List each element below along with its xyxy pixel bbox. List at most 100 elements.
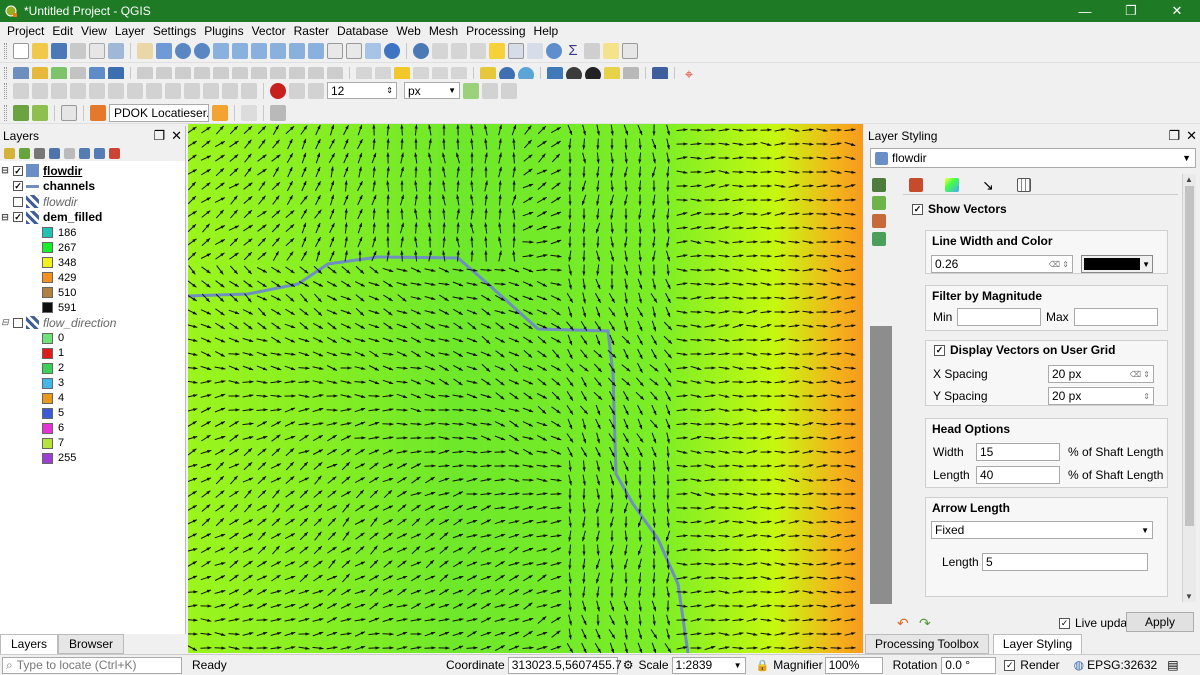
user-grid-checkbox[interactable]: ✓: [934, 344, 945, 356]
float-panel-icon[interactable]: ❐: [1168, 128, 1180, 144]
min-input[interactable]: [957, 308, 1041, 326]
line-width-input[interactable]: 0.26 ⌫ ⇕: [931, 255, 1073, 273]
styling-scrollbar[interactable]: ▲ ▼: [1182, 174, 1196, 602]
open-project-icon[interactable]: [32, 42, 48, 59]
tab-source-icon[interactable]: [909, 177, 923, 192]
toolbar-grip[interactable]: [4, 82, 7, 99]
scale-select[interactable]: 1:2839 ▼: [671, 656, 746, 674]
layer-visibility-checkbox[interactable]: [13, 196, 23, 207]
tab-layer-styling[interactable]: Layer Styling: [992, 634, 1083, 654]
menu-processing[interactable]: Processing: [462, 24, 529, 38]
menu-web[interactable]: Web: [392, 24, 424, 38]
measure-icon[interactable]: [584, 42, 600, 59]
expand-icon[interactable]: ⊟: [0, 165, 10, 176]
new-map-view-icon[interactable]: [327, 42, 343, 59]
map-tips-icon[interactable]: [603, 42, 619, 59]
save-project-icon[interactable]: [51, 42, 67, 59]
filter-expression-icon[interactable]: [64, 147, 75, 159]
menu-mesh[interactable]: Mesh: [425, 24, 462, 38]
magnifier-input[interactable]: 100%: [824, 656, 883, 674]
show-bookmarks-icon[interactable]: [365, 42, 381, 59]
close-panel-icon[interactable]: ✕: [171, 128, 182, 144]
zoom-in-icon[interactable]: [175, 42, 191, 59]
tab-mesh-icon[interactable]: [1017, 177, 1031, 192]
select-features-icon[interactable]: [451, 42, 467, 59]
undo-style-icon[interactable]: ↶: [897, 615, 913, 631]
chevron-down-icon[interactable]: ▼: [734, 661, 742, 670]
avoid-overlap-icon[interactable]: [482, 82, 498, 99]
layers-stack-icon[interactable]: [270, 104, 286, 121]
add-group-icon[interactable]: [19, 147, 30, 159]
arrow-length-input[interactable]: 5: [982, 553, 1148, 571]
menu-vector[interactable]: Vector: [248, 24, 290, 38]
tracing-icon[interactable]: [501, 82, 517, 99]
arrow-mode-select[interactable]: Fixed ▼: [931, 521, 1153, 539]
crs-globe-icon[interactable]: ◍: [1074, 658, 1084, 672]
head-length-input[interactable]: 40: [976, 466, 1060, 484]
snap-tolerance-spinbox[interactable]: 12 ⇕: [327, 82, 397, 99]
locator-search-input[interactable]: ⌕ Type to locate (Ctrl+K): [2, 656, 182, 674]
rotation-input[interactable]: 0.0 °: [941, 656, 997, 674]
tab-processing-toolbox[interactable]: Processing Toolbox: [865, 634, 989, 654]
actions-icon[interactable]: [432, 42, 448, 59]
save-as-icon[interactable]: [70, 42, 86, 59]
open-styling-icon[interactable]: [4, 147, 15, 159]
manage-themes-icon[interactable]: [34, 147, 45, 159]
layer-visibility-checkbox[interactable]: ✓: [13, 165, 23, 176]
tab-layers[interactable]: Layers: [0, 634, 59, 654]
grass-tools-icon[interactable]: [32, 104, 48, 121]
text-annotation-icon[interactable]: [622, 42, 638, 59]
statistics-sigma-icon[interactable]: Σ: [565, 42, 581, 59]
menu-view[interactable]: View: [77, 24, 111, 38]
select-by-value-icon[interactable]: [470, 42, 486, 59]
scroll-thumb[interactable]: [1185, 186, 1194, 526]
profile-tool-icon[interactable]: [61, 104, 77, 121]
layer-item-dem-filled[interactable]: ⊟ ✓ dem_filled: [0, 210, 185, 226]
layer-item-flowdir-raster[interactable]: flowdir: [0, 194, 185, 210]
menu-edit[interactable]: Edit: [48, 24, 77, 38]
pdok-icon[interactable]: [90, 104, 106, 121]
field-calculator-icon[interactable]: [527, 42, 543, 59]
zoom-layer-icon[interactable]: [251, 42, 267, 59]
spin-arrows-icon[interactable]: ⇕: [386, 86, 393, 95]
toolbar-grip[interactable]: [4, 42, 7, 59]
rendering-icon[interactable]: [872, 232, 886, 246]
close-window-button[interactable]: ✕: [1154, 0, 1200, 22]
scroll-down-icon[interactable]: ▼: [1185, 592, 1193, 601]
pan-icon[interactable]: [137, 42, 153, 59]
chevron-down-icon[interactable]: ▼: [1182, 153, 1191, 163]
chevron-down-icon[interactable]: ▼: [448, 86, 456, 95]
zoom-last-icon[interactable]: [289, 42, 305, 59]
snapping-magnet-icon[interactable]: [270, 82, 286, 99]
apply-button[interactable]: Apply: [1126, 612, 1194, 632]
render-checkbox[interactable]: ✓: [1004, 659, 1016, 671]
layer-visibility-checkbox[interactable]: ✓: [13, 212, 23, 223]
map-canvas[interactable]: [188, 124, 863, 653]
vertex-editor-icon[interactable]: [241, 104, 257, 121]
redo-style-icon[interactable]: ↷: [919, 615, 935, 631]
x-spacing-input[interactable]: 20 px ⌫ ⇕: [1048, 365, 1154, 383]
filter-legend-icon[interactable]: [49, 147, 60, 159]
layer-item-channels[interactable]: ✓ channels: [0, 179, 185, 195]
lock-scale-icon[interactable]: 🔒: [756, 659, 770, 672]
spin-arrows-icon[interactable]: ⇕: [1143, 392, 1150, 401]
history-icon[interactable]: [872, 214, 886, 228]
layer-visibility-checkbox[interactable]: [13, 317, 23, 328]
color-button[interactable]: ▼: [1081, 255, 1153, 273]
clear-icon[interactable]: ⌫ ⇕: [1049, 260, 1069, 269]
toggle-extents-icon[interactable]: ⚙: [623, 658, 634, 672]
symbology-brush-icon[interactable]: [872, 178, 886, 192]
new-print-layout-icon[interactable]: [89, 42, 105, 59]
3d-view-icon[interactable]: [872, 196, 886, 210]
y-spacing-input[interactable]: 20 px ⇕: [1048, 387, 1154, 405]
pdok-search-icon[interactable]: [212, 104, 228, 121]
zoom-full-icon[interactable]: [213, 42, 229, 59]
live-update-checkbox[interactable]: ✓: [1059, 617, 1070, 629]
expand-icon[interactable]: ⊟: [0, 212, 10, 223]
tab-browser[interactable]: Browser: [58, 634, 125, 654]
max-input[interactable]: [1074, 308, 1158, 326]
snap-unit-select[interactable]: px ▼: [404, 82, 460, 99]
menu-plugins[interactable]: Plugins: [200, 24, 247, 38]
show-vectors-toggle[interactable]: ✓ Show Vectors: [912, 202, 1007, 216]
clear-icon[interactable]: ⌫ ⇕: [1130, 370, 1150, 379]
